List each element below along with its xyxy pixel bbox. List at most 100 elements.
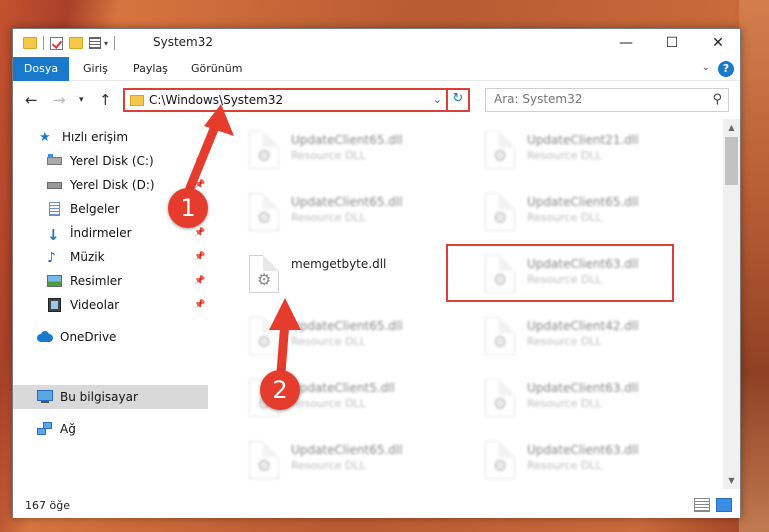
nav-item-label: Müzik <box>70 250 105 264</box>
gear-icon: ⚙ <box>493 394 508 413</box>
details-view-icon[interactable] <box>694 498 710 512</box>
scroll-up-arrow-icon[interactable]: ▲ <box>723 119 740 136</box>
file-description: Resource DLL <box>291 149 366 162</box>
nav-item-label: İndirmeler <box>70 226 132 240</box>
file-item[interactable]: ⚙ UpdateClient63.dll Resource DLL <box>481 373 701 425</box>
scroll-down-arrow-icon[interactable]: ▼ <box>723 472 740 489</box>
properties-icon[interactable] <box>89 37 101 49</box>
file-item[interactable]: ⚙ UpdateClient65.dll Resource DLL <box>245 435 465 487</box>
toolbar-separator <box>114 36 116 50</box>
file-item[interactable]: ⚙ UpdateClient65.dll Resource DLL <box>481 187 701 239</box>
dll-file-icon: ⚙ <box>249 255 279 293</box>
nav-item-label: Yerel Disk (C:) <box>70 154 154 168</box>
search-icon[interactable]: ⚲ <box>712 92 722 107</box>
nav-onedrive-label: OneDrive <box>60 330 117 344</box>
file-item[interactable]: ⚙ UpdateClient65.dll Resource DLL <box>245 187 465 239</box>
drive-icon <box>47 178 63 192</box>
file-name: UpdateClient42.dll <box>527 319 639 333</box>
step-2-badge: 2 <box>260 370 300 410</box>
file-name: UpdateClient63.dll <box>527 443 639 457</box>
nav-network-label: Ağ <box>60 422 76 436</box>
gear-icon: ⚙ <box>493 146 508 165</box>
expand-ribbon-chevron-icon[interactable]: ⌄ <box>702 62 710 73</box>
file-item-target[interactable]: ⚙ memgetbyte.dll <box>245 249 465 301</box>
tab-home[interactable]: Giriş <box>83 57 108 81</box>
dll-file-icon: ⚙ <box>249 441 279 479</box>
new-folder-icon[interactable] <box>69 37 83 49</box>
dll-file-icon: ⚙ <box>485 441 515 479</box>
dll-file-icon: ⚙ <box>249 317 279 355</box>
up-arrow-icon[interactable]: ↑ <box>99 91 112 109</box>
file-description: Resource DLL <box>527 149 602 162</box>
toolbar-separator <box>43 36 44 50</box>
nav-item-drive-c[interactable]: Yerel Disk (C:) 📌 <box>13 149 208 173</box>
pin-icon: 📌 <box>194 228 206 238</box>
file-description: Resource DLL <box>291 211 366 224</box>
refresh-icon[interactable]: ↻ <box>446 88 468 112</box>
large-icons-view-icon[interactable] <box>716 498 732 512</box>
file-item[interactable]: ⚙ UpdateClient42.dll Resource DLL <box>481 311 701 363</box>
file-item[interactable]: ⚙ UpdateClient65.dll Resource DLL <box>245 311 465 363</box>
documents-icon <box>47 202 63 216</box>
file-description: Resource DLL <box>527 459 602 472</box>
help-icon[interactable]: ? <box>718 61 734 77</box>
music-icon: ♪ <box>47 250 56 266</box>
gear-icon: ⚙ <box>257 456 272 475</box>
file-name: UpdateClient65.dll <box>291 443 403 457</box>
ribbon-tabs: Dosya Giriş Paylaş Görünüm ⌄ ? <box>13 57 740 81</box>
minimize-button[interactable]: — <box>603 29 649 57</box>
nav-network[interactable]: Ağ <box>13 417 208 441</box>
file-item[interactable]: ⚙ UpdateClient21.dll Resource DLL <box>481 125 701 177</box>
file-description: Resource DLL <box>527 211 602 224</box>
nav-item-label: Videolar <box>70 298 120 312</box>
dll-file-icon: ⚙ <box>249 193 279 231</box>
file-name: UpdateClient65.dll <box>291 195 403 209</box>
address-dropdown-chevron-icon[interactable]: ⌄ <box>433 93 442 106</box>
file-description: Resource DLL <box>527 335 602 348</box>
file-name: UpdateClient21.dll <box>527 133 639 147</box>
scrollbar-thumb[interactable] <box>725 137 738 185</box>
dll-file-icon: ⚙ <box>485 193 515 231</box>
nav-item-music[interactable]: ♪ Müzik 📌 <box>13 245 208 269</box>
file-description: Resource DLL <box>291 335 366 348</box>
file-name: UpdateClient65.dll <box>291 133 403 147</box>
forward-arrow-icon[interactable]: → <box>53 91 66 109</box>
address-bar[interactable]: C:\Windows\System32 ⌄ ↻ <box>123 88 470 112</box>
pin-icon: 📌 <box>194 276 206 286</box>
maximize-button[interactable]: ☐ <box>649 29 695 57</box>
navigation-pane: ★ Hızlı erişim Yerel Disk (C:) 📌 Yerel D… <box>13 119 208 489</box>
search-input[interactable] <box>494 92 694 106</box>
customize-toolbar-chevron-icon[interactable]: ▾ <box>104 39 108 48</box>
tab-view[interactable]: Görünüm <box>191 57 242 81</box>
nav-this-pc-label: Bu bilgisayar <box>60 390 138 404</box>
gear-icon: ⚙ <box>493 456 508 475</box>
gear-icon: ⚙ <box>257 208 272 227</box>
network-icon <box>37 422 53 436</box>
nav-onedrive[interactable]: OneDrive <box>13 325 208 349</box>
drive-c-icon <box>47 154 63 168</box>
address-path[interactable]: C:\Windows\System32 <box>149 93 283 107</box>
explorer-window: ▾ System32 — ☐ ✕ Dosya Giriş Paylaş Görü… <box>12 28 741 518</box>
search-box[interactable]: ⚲ <box>485 88 729 112</box>
close-button[interactable]: ✕ <box>695 29 741 57</box>
tab-share[interactable]: Paylaş <box>133 57 168 81</box>
pin-icon: 📌 <box>194 252 206 262</box>
folder-icon <box>23 37 37 49</box>
file-item[interactable]: ⚙ UpdateClient65.dll Resource DLL <box>245 125 465 177</box>
downloads-icon: ↓ <box>47 226 60 244</box>
properties-check-icon[interactable] <box>50 36 63 50</box>
nav-quick-access[interactable]: ★ Hızlı erişim <box>13 125 208 149</box>
recent-locations-chevron-icon[interactable]: ▾ <box>79 95 84 105</box>
nav-item-label: Belgeler <box>70 202 120 216</box>
title-bar: ▾ System32 — ☐ ✕ <box>13 29 740 57</box>
nav-quick-access-label: Hızlı erişim <box>62 130 129 144</box>
gear-icon: ⚙ <box>493 208 508 227</box>
dll-file-icon: ⚙ <box>249 131 279 169</box>
nav-this-pc[interactable]: Bu bilgisayar <box>13 385 208 409</box>
back-arrow-icon[interactable]: ← <box>25 91 38 109</box>
nav-item-videos[interactable]: Videolar 📌 <box>13 293 208 317</box>
vertical-scrollbar[interactable]: ▲ ▼ <box>723 119 740 489</box>
nav-item-pictures[interactable]: Resimler 📌 <box>13 269 208 293</box>
file-item[interactable]: ⚙ UpdateClient63.dll Resource DLL <box>481 435 701 487</box>
tab-file[interactable]: Dosya <box>13 57 69 81</box>
